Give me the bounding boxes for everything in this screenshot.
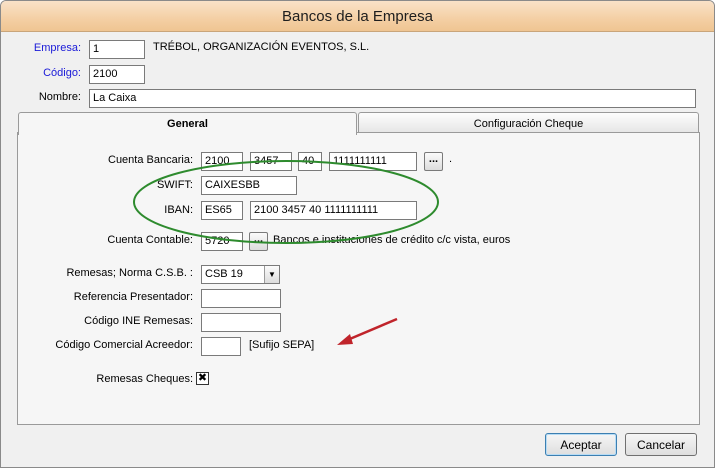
cuenta-bancaria-label: Cuenta Bancaria: <box>108 154 193 166</box>
referencia-presentador-field[interactable] <box>201 289 281 308</box>
tab-general[interactable]: General <box>18 112 357 135</box>
nombre-label: Nombre: <box>38 91 81 103</box>
cancelar-label: Cancelar <box>636 438 686 452</box>
swift-label: SWIFT: <box>156 179 193 191</box>
iban-field[interactable]: 2100 3457 40 1111111111 <box>250 201 417 220</box>
cuenta-contable-label: Cuenta Contable: <box>107 234 193 246</box>
chevron-down-icon[interactable]: ▼ <box>264 266 279 283</box>
window-title: Bancos de la Empresa <box>282 8 433 25</box>
nombre-field[interactable]: La Caixa <box>89 89 696 108</box>
tab-configuracion-cheque[interactable]: Configuración Cheque <box>358 112 699 134</box>
aceptar-label: Aceptar <box>560 438 602 452</box>
cuenta-contable-field[interactable]: 5720 <box>201 232 243 251</box>
empresa-field[interactable]: 1 <box>89 40 145 59</box>
cuenta-oficina-field[interactable]: 3457 <box>250 152 292 171</box>
remesas-norma-value: CSB 19 <box>205 268 243 280</box>
codigo-comercial-acreedor-field[interactable] <box>201 337 241 356</box>
aceptar-button[interactable]: Aceptar <box>545 433 617 456</box>
cuenta-contable-description: Bancos e instituciones de crédito c/c vi… <box>273 234 511 246</box>
codigo-ine-field[interactable] <box>201 313 281 332</box>
codigo-comercial-acreedor-label: Código Comercial Acreedor: <box>55 339 193 351</box>
empresa-label: Empresa: <box>33 42 81 54</box>
cuenta-bancaria-lookup-button[interactable]: ... <box>424 152 443 171</box>
tab-label: General <box>167 118 208 130</box>
cuenta-dc-field[interactable]: 40 <box>298 152 322 171</box>
cuenta-entidad-field[interactable]: 2100 <box>201 152 243 171</box>
codigo-label: Código: <box>43 67 81 79</box>
remesas-norma-select[interactable]: CSB 19 ▼ <box>201 265 280 284</box>
cuenta-contable-lookup-button[interactable]: ... <box>249 232 268 251</box>
swift-field[interactable]: CAIXESBB <box>201 176 297 195</box>
remesas-cheques-checkbox[interactable]: ✖ <box>196 372 209 385</box>
cancelar-button[interactable]: Cancelar <box>625 433 697 456</box>
codigo-field[interactable]: 2100 <box>89 65 145 84</box>
codigo-ine-label: Código INE Remesas: <box>84 315 193 327</box>
cuenta-dot: . <box>449 153 453 165</box>
empresa-name: TRÉBOL, ORGANIZACIÓN EVENTOS, S.L. <box>153 41 370 53</box>
remesas-norma-label: Remesas; Norma C.S.B. : <box>66 267 193 279</box>
tab-label: Configuración Cheque <box>473 118 584 130</box>
dialog-window: Bancos de la Empresa Empresa: 1 TRÉBOL, … <box>0 0 715 468</box>
remesas-cheques-label: Remesas Cheques: <box>96 373 193 385</box>
iban-label: IBAN: <box>164 204 193 216</box>
sufijo-sepa-note: [Sufijo SEPA] <box>249 339 315 351</box>
cuenta-numero-field[interactable]: 1111111111 <box>329 152 417 171</box>
iban-prefix-field[interactable]: ES65 <box>201 201 243 220</box>
referencia-presentador-label: Referencia Presentador: <box>73 291 193 303</box>
title-bar: Bancos de la Empresa <box>1 1 714 32</box>
